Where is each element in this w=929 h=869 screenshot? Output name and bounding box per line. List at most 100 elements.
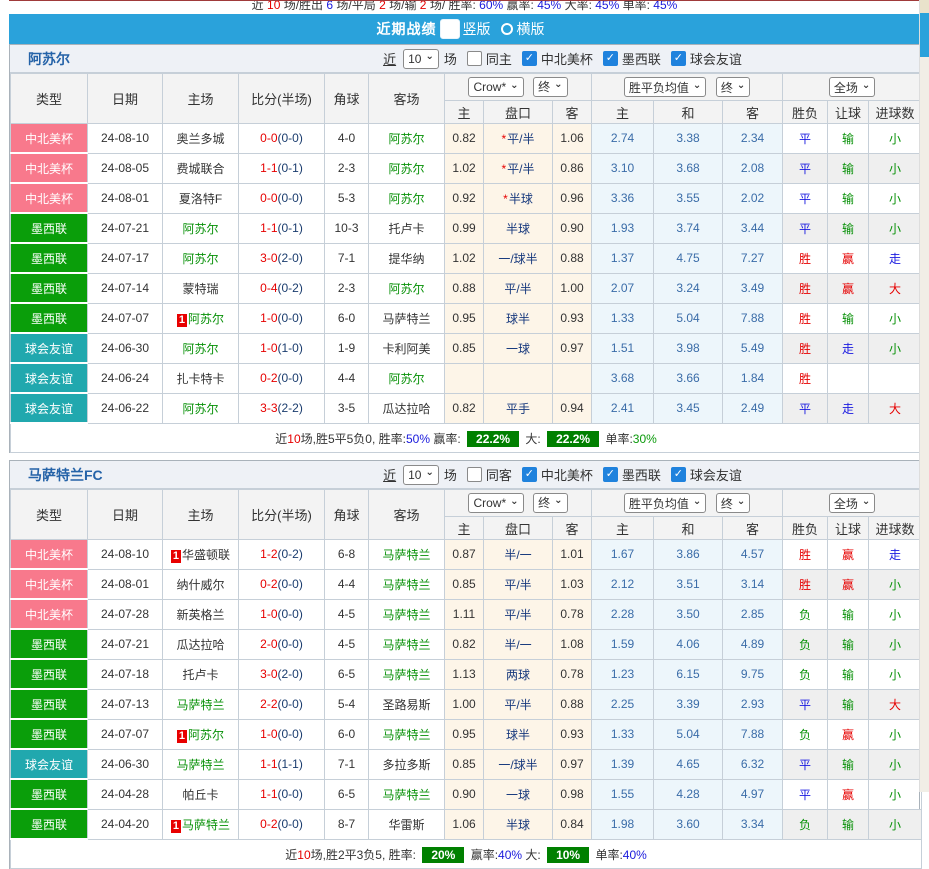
league-checkbox-cup[interactable]: ✓	[522, 51, 537, 66]
away-team[interactable]: 马萨特兰	[369, 779, 445, 809]
match-date: 24-06-22	[88, 393, 163, 423]
home-team[interactable]: 马萨特兰	[163, 749, 239, 779]
near-link[interactable]: 近	[383, 465, 396, 484]
final-select[interactable]: 终⌄	[716, 77, 750, 97]
asian-odds-home: 1.02	[445, 243, 484, 273]
away-team[interactable]: 阿苏尔	[369, 183, 445, 213]
neutral-star: *	[503, 192, 508, 206]
score: 3-0(2-0)	[239, 243, 325, 273]
home-team[interactable]: 1马萨特兰	[163, 809, 239, 839]
handicap-text: 半球	[506, 818, 530, 832]
same-venue-checkbox[interactable]	[467, 467, 482, 482]
chevron-down-icon: ⌄	[425, 467, 433, 478]
euro-odds-draw: 3.45	[654, 393, 723, 423]
result-outcome: 胜	[783, 363, 828, 393]
asian-odds-home: 0.92	[445, 183, 484, 213]
away-team[interactable]: 阿苏尔	[369, 124, 445, 154]
corner-score: 6-0	[325, 303, 369, 333]
league-checkbox-mex[interactable]: ✓	[603, 467, 618, 482]
home-team[interactable]: 阿苏尔	[163, 213, 239, 243]
asian-odds-away: 0.94	[553, 393, 592, 423]
match-count-value: 10	[408, 52, 421, 66]
horizontal-radio[interactable]	[501, 23, 513, 35]
team-name: 扎卡特卡	[176, 372, 224, 386]
league-checkbox-mex[interactable]: ✓	[603, 51, 618, 66]
away-team: 托卢卡	[369, 213, 445, 243]
league-badge: 中北美杯	[11, 599, 88, 629]
home-team[interactable]: 阿苏尔	[163, 333, 239, 363]
team-name: 马萨特兰	[382, 728, 430, 742]
team-name: 阿苏尔	[388, 282, 424, 296]
asian-odds-away: 0.78	[553, 659, 592, 689]
bookmaker-select[interactable]: Crow*⌄	[468, 77, 523, 97]
away-team[interactable]: 马萨特兰	[369, 569, 445, 599]
fulltime-score: 3-0	[260, 667, 277, 681]
final-select[interactable]: 终⌄	[716, 493, 750, 513]
col-date: 日期	[88, 74, 163, 124]
match-count-select[interactable]: 10⌄	[403, 49, 439, 69]
bookmaker-select[interactable]: Crow*⌄	[468, 493, 523, 513]
team-name: 华雷斯	[388, 818, 424, 832]
col-handicap: 盘口	[484, 517, 553, 540]
away-team[interactable]: 马萨特兰	[369, 629, 445, 659]
fulltime-select[interactable]: 全场⌄	[829, 77, 875, 97]
score: 0-0(0-0)	[239, 183, 325, 213]
home-team[interactable]: 马萨特兰	[163, 689, 239, 719]
home-team[interactable]: 1阿苏尔	[163, 719, 239, 749]
away-team[interactable]: 马萨特兰	[369, 659, 445, 689]
euro-odds-away: 5.49	[723, 333, 783, 363]
league-badge: 墨西联	[11, 689, 88, 719]
asian-odds-away: 0.84	[553, 809, 592, 839]
scrollbar[interactable]	[919, 0, 929, 792]
summary-segment: 场,胜2平3负5, 胜率:	[311, 848, 420, 862]
vertical-radio[interactable]	[440, 19, 460, 39]
vertical-radio-label[interactable]: 竖版	[463, 19, 491, 39]
away-team[interactable]: 阿苏尔	[369, 363, 445, 393]
result-goals: 小	[869, 719, 922, 749]
team-name: 纳什威尔	[176, 578, 224, 592]
same-venue-checkbox[interactable]	[467, 51, 482, 66]
avg-select[interactable]: 胜平负均值⌄	[624, 493, 706, 513]
final-select[interactable]: 终⌄	[533, 77, 567, 97]
home-team[interactable]: 阿苏尔	[163, 393, 239, 423]
match-count-select[interactable]: 10⌄	[403, 465, 439, 485]
team-name: 托卢卡	[182, 668, 218, 682]
fulltime-select[interactable]: 全场⌄	[829, 493, 875, 513]
euro-odds-draw: 3.74	[654, 213, 723, 243]
halftime-score: (0-0)	[278, 311, 303, 325]
euro-odds-home: 2.12	[592, 569, 654, 599]
match-row: 墨西联24-07-13马萨特兰2-2(0-0)5-4圣路易斯1.00平/半0.8…	[11, 689, 922, 719]
result-goals: 大	[869, 689, 922, 719]
away-team[interactable]: 阿苏尔	[369, 153, 445, 183]
result-goals: 走	[869, 540, 922, 570]
away-team[interactable]: 马萨特兰	[369, 540, 445, 570]
euro-odds-home: 1.33	[592, 719, 654, 749]
summary-segment: 60%	[479, 1, 503, 12]
avg-value: 胜平负均值	[629, 495, 689, 512]
near-link[interactable]: 近	[383, 49, 396, 68]
fulltime-score: 3-3	[260, 401, 277, 415]
scrollbar-thumb[interactable]	[920, 13, 929, 57]
league-checkbox-friendly[interactable]: ✓	[671, 467, 686, 482]
corner-score: 6-5	[325, 659, 369, 689]
league-checkbox-cup[interactable]: ✓	[522, 467, 537, 482]
games-label: 场	[444, 465, 457, 484]
euro-odds-away: 1.84	[723, 363, 783, 393]
score: 2-0(0-0)	[239, 629, 325, 659]
league-checkbox-friendly[interactable]: ✓	[671, 51, 686, 66]
away-team[interactable]: 马萨特兰	[369, 719, 445, 749]
result-handicap: 走	[828, 333, 869, 363]
halftime-score: (0-1)	[278, 161, 303, 175]
final-select[interactable]: 终⌄	[533, 493, 567, 513]
away-team[interactable]: 马萨特兰	[369, 599, 445, 629]
horizontal-radio-label[interactable]: 横版	[517, 19, 545, 39]
avg-select[interactable]: 胜平负均值⌄	[624, 77, 706, 97]
match-row: 墨西联24-07-17阿苏尔3-0(2-0)7-1提华纳1.02一/球半0.88…	[11, 243, 922, 273]
handicap-text: 平/半	[507, 162, 534, 176]
league-label-friendly: 球会友谊	[690, 465, 742, 484]
home-team[interactable]: 1阿苏尔	[163, 303, 239, 333]
away-team[interactable]: 阿苏尔	[369, 273, 445, 303]
home-team[interactable]: 阿苏尔	[163, 243, 239, 273]
team-name: 阿苏尔	[388, 162, 424, 176]
col-date: 日期	[88, 490, 163, 540]
